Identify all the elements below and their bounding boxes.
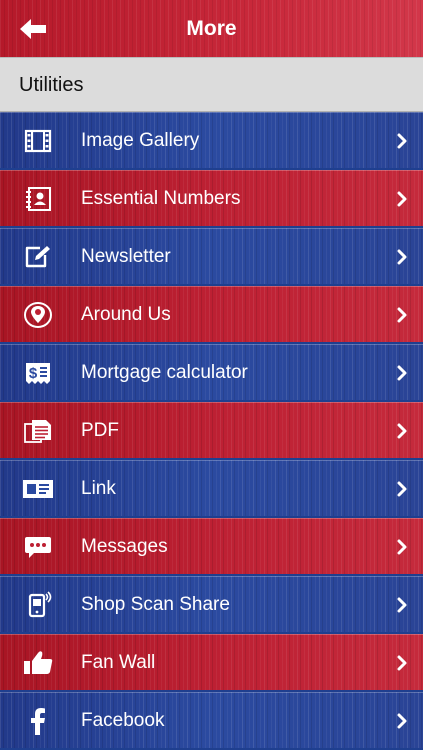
menu-item-label: Image Gallery: [81, 130, 200, 151]
menu-item-link[interactable]: Link: [0, 460, 423, 516]
menu-item-label: Messages: [81, 536, 168, 557]
menu-item-shop-scan-share[interactable]: Shop Scan Share: [0, 576, 423, 632]
chevron-right-icon: [395, 364, 409, 382]
film-icon: [22, 126, 54, 156]
menu-item-mortgage-calculator[interactable]: $ Mortgage calculator: [0, 344, 423, 400]
document-icon: [22, 416, 54, 446]
contact-card-icon: [22, 184, 54, 214]
facebook-icon: [22, 706, 54, 736]
chevron-right-icon: [395, 480, 409, 498]
top-bar: More: [0, 0, 423, 57]
menu-item-around-us[interactable]: Around Us: [0, 286, 423, 342]
menu-item-label: Shop Scan Share: [81, 594, 230, 615]
menu-item-label: Newsletter: [81, 246, 171, 267]
compose-icon: [22, 242, 54, 272]
menu-item-image-gallery[interactable]: Image Gallery: [0, 112, 423, 168]
section-label: Utilities: [19, 74, 84, 96]
chat-bubble-icon: [22, 532, 54, 562]
menu-item-facebook[interactable]: Facebook: [0, 692, 423, 748]
menu-item-fan-wall[interactable]: Fan Wall: [0, 634, 423, 690]
menu-item-label: Essential Numbers: [81, 188, 241, 209]
menu-item-messages[interactable]: Messages: [0, 518, 423, 574]
dollar-receipt-icon: $: [22, 358, 54, 388]
chevron-right-icon: [395, 248, 409, 266]
chevron-right-icon: [395, 306, 409, 324]
chevron-right-icon: [395, 132, 409, 150]
scan-phone-icon: [22, 590, 54, 620]
menu-item-newsletter[interactable]: Newsletter: [0, 228, 423, 284]
chevron-right-icon: [395, 654, 409, 672]
chevron-right-icon: [395, 712, 409, 730]
menu-item-label: Facebook: [81, 710, 165, 731]
menu-item-pdf[interactable]: PDF: [0, 402, 423, 458]
menu-list: Image Gallery Essential Numbers Newslett…: [0, 112, 423, 750]
menu-item-label: Link: [81, 478, 116, 499]
menu-item-essential-numbers[interactable]: Essential Numbers: [0, 170, 423, 226]
menu-item-label: Around Us: [81, 304, 171, 325]
chevron-right-icon: [395, 422, 409, 440]
thumbs-up-icon: [22, 648, 54, 678]
id-card-icon: [22, 474, 54, 504]
page-title: More: [186, 17, 237, 40]
chevron-right-icon: [395, 190, 409, 208]
chevron-right-icon: [395, 596, 409, 614]
section-header: Utilities: [0, 57, 423, 112]
chevron-right-icon: [395, 538, 409, 556]
menu-item-label: Mortgage calculator: [81, 362, 248, 383]
menu-item-label: PDF: [81, 420, 119, 441]
location-pin-icon: [22, 300, 54, 330]
svg-text:$: $: [29, 365, 38, 382]
menu-item-label: Fan Wall: [81, 652, 156, 673]
